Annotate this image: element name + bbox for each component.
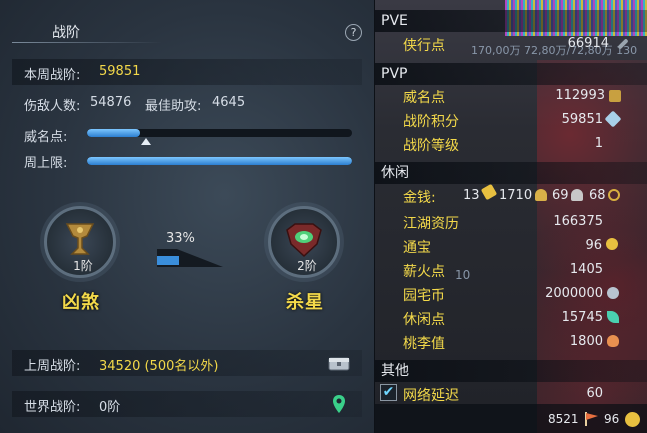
item-label-taoli: 桃李值 [403,336,445,352]
section-other: 其他 [375,360,647,382]
item-label-weiming: 威名点 [403,90,445,106]
map-pin-icon[interactable] [332,394,346,414]
bottom-left-value: 8521 [548,412,579,426]
bottom-right-value: 96 [604,412,620,426]
money-gold-value: 13 [463,188,480,203]
item-label-tongbao: 通宝 [403,240,431,256]
current-rank-level: 1阶 [73,259,93,273]
world-rank-label: 世界战阶: [24,400,81,415]
peach-icon [607,335,619,347]
prestige-bar-fill [87,129,140,137]
item-value-weiming: 112993 [555,88,605,103]
item-label-jianghu: 江湖资历 [403,216,459,232]
item-label-xinhuo: 薪火点 [403,264,445,280]
item-value-xinhuo: 1405 [569,262,603,277]
item-label-xiaxing: 侠行点 [403,38,445,54]
weekly-rank-label: 本周战阶: [24,68,81,83]
demon-mask-icon [286,223,322,258]
latency-label: 网络延迟 [403,388,459,404]
silver-ingot-icon [535,189,547,201]
coin-icon [606,238,618,250]
money-silver-value: 1710 [499,188,533,203]
money-coin-value: 68 [589,188,606,203]
next-rank-name: 杀星 [286,292,324,313]
item-value-xiuxian: 15745 [561,310,603,325]
section-pve: PVE [375,10,647,32]
money-label: 金钱: [403,190,436,206]
assist-value: 4645 [212,95,246,110]
section-leisure: 休闲 [375,162,647,184]
current-rank-name: 凶煞 [62,292,100,313]
kills-label: 伤敌人数: [24,99,81,114]
prestige-marker-icon [141,138,152,145]
copper-ingot-icon [571,189,583,201]
weekly-rank-row: 本周战阶: 59851 [12,59,362,85]
rank-progress-percent: 33% [166,231,195,246]
assist-label: 最佳助攻: [145,99,202,114]
last-week-label: 上周战阶: [24,359,81,374]
weekly-limit-bar [87,157,352,165]
item-value-xiaxing: 66914 [567,36,609,51]
weekly-rank-value: 59851 [99,64,141,79]
title-divider [12,42,162,43]
item-label-zhanjie-score: 战阶积分 [403,114,459,130]
coin-icon[interactable] [625,412,640,427]
latency-value: 60 [586,386,603,401]
money-copper-value: 69 [552,188,569,203]
g-coin-icon [607,287,619,299]
weekly-limit-label: 周上限: [24,156,68,171]
chalice-icon [65,223,95,255]
item-value-taoli: 1800 [569,334,603,349]
battle-rank-panel: 战阶 ? 本周战阶: 59851 伤敌人数: 54876 最佳助攻: 4645 … [0,0,375,433]
chest-icon[interactable] [328,355,350,371]
prestige-label: 威名点: [24,130,68,145]
item-label-yuanzhai: 园宅币 [403,288,445,304]
prestige-bar [87,129,352,137]
kills-value: 54876 [90,95,132,110]
gold-ingot-icon [480,183,498,201]
item-value-jianghu: 166375 [553,214,603,229]
item-value-tongbao: 96 [585,238,602,253]
world-rank-value: 0阶 [99,400,121,415]
panel-title: 战阶 [52,25,80,41]
bottom-status-bar: 8521 96 [375,404,647,433]
next-rank-level: 2阶 [297,259,317,273]
item-value-zhanjie-score: 59851 [561,112,603,127]
weekly-limit-bar-fill [87,157,352,165]
help-button[interactable]: ? [345,24,362,41]
flag-icon[interactable] [583,410,601,428]
last-week-value: 34520 (500名以外) [99,359,219,374]
next-rank-emblem[interactable]: 2阶 [268,206,340,278]
helmet-icon [609,90,621,102]
current-rank-emblem[interactable]: 1阶 [44,206,116,278]
item-value-zhanjie-level: 1 [594,136,603,151]
section-pvp: PVP [375,63,647,85]
rank-progress-fill [157,256,179,265]
item-value-yuanzhai: 2000000 [545,286,603,301]
item-label-zhanjie-level: 战阶等级 [403,138,459,154]
item-label-xiuxian: 休闲点 [403,312,445,328]
world-rank-row: 世界战阶: 0阶 [12,391,362,417]
latency-checkbox[interactable]: ✔ [380,384,397,401]
last-week-row: 上周战阶: 34520 (500名以外) [12,350,362,376]
currency-panel: 170,00万 72,80万/72,80万 130 PVE 侠行点 66914 … [375,0,647,433]
faint-number: 10 [455,268,471,282]
coin-ring-icon [608,189,620,201]
